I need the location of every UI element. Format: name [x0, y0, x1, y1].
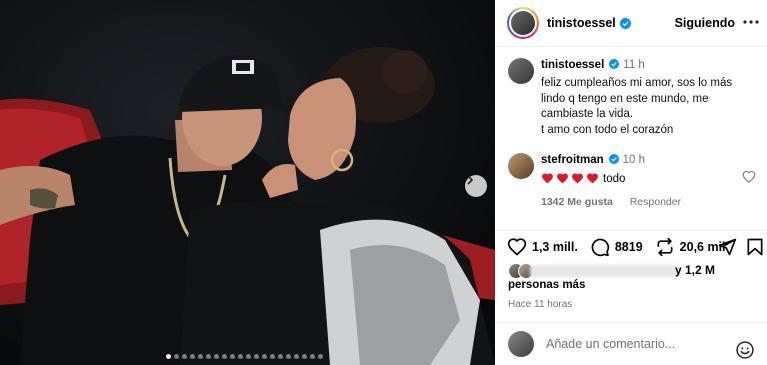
carousel-dot[interactable] [222, 354, 227, 359]
verified-badge-icon [609, 59, 620, 69]
red-heart-emoji-icon [572, 173, 583, 184]
carousel-dot[interactable] [294, 354, 299, 359]
carousel-dot[interactable] [182, 354, 187, 359]
comments-section: tinistoessel 11 h feliz cumpleaños mi am… [495, 47, 767, 230]
carousel-dot[interactable] [190, 354, 195, 359]
more-options-button[interactable] [741, 14, 761, 30]
like-button[interactable]: 1,3 mill. [507, 237, 578, 257]
add-comment-bar [495, 322, 767, 365]
carousel-dot[interactable] [310, 354, 315, 359]
heart-outline-icon[interactable] [742, 170, 756, 184]
likes-count[interactable]: 1,3 mill. [532, 240, 578, 254]
post-header: tinistoessel Siguiendo [495, 0, 767, 47]
carousel-indicator [166, 354, 323, 359]
carousel-dot[interactable] [318, 354, 323, 359]
comment-meta: 1342 Me gusta Responder [541, 195, 760, 210]
caption-line: cambiaste la vida. [541, 108, 634, 120]
comments-count[interactable]: 8819 [615, 240, 643, 254]
instagram-post: tinistoessel Siguiendo tinistoessel 11 h… [0, 0, 767, 365]
comment-time[interactable]: 10 h [623, 154, 645, 166]
carousel-dot[interactable] [262, 354, 267, 359]
carousel-dot[interactable] [198, 354, 203, 359]
caption-line: lindo q tengo en este mundo, me [541, 92, 709, 105]
post-side-panel: tinistoessel Siguiendo tinistoessel 11 h… [495, 0, 767, 365]
add-comment-input[interactable] [546, 337, 736, 351]
carousel-next-button[interactable] [465, 175, 487, 197]
comment-likes[interactable]: 1342 Me gusta [541, 196, 613, 208]
header-username[interactable]: tinistoessel [547, 16, 616, 30]
photo-illustration [0, 0, 495, 365]
post-date[interactable]: Hace 11 horas [508, 299, 572, 310]
carousel-dot[interactable] [246, 354, 251, 359]
story-ring[interactable] [507, 7, 539, 39]
following-button[interactable]: Siguiendo [675, 16, 735, 30]
caption-avatar[interactable] [508, 58, 534, 84]
caption-time[interactable]: 11 h [623, 59, 645, 71]
comment-hearts [541, 172, 599, 184]
carousel-dot[interactable] [286, 354, 291, 359]
caption-text: feliz cumpleaños mi amor, sos lo más lin… [541, 76, 758, 138]
caption-line: feliz cumpleaños mi amor, sos lo más [541, 77, 733, 89]
carousel-dot[interactable] [230, 354, 235, 359]
caption-username[interactable]: tinistoessel [541, 59, 604, 71]
more-horizontal-icon [743, 20, 759, 24]
caption-line: t amo con todo el corazón [541, 123, 674, 136]
post-photo[interactable] [0, 0, 495, 365]
repost-button[interactable]: 20,6 mil [655, 237, 726, 257]
liked-by: y 1,2 M personas más [508, 263, 758, 297]
verified-badge-icon [619, 17, 631, 29]
carousel-dot[interactable] [278, 354, 283, 359]
comment: stefroitman 10 h todo 1342 Me gusta Resp… [508, 153, 760, 210]
repost-icon [657, 237, 673, 256]
carousel-dot[interactable] [238, 354, 243, 359]
red-heart-emoji-icon [557, 173, 568, 184]
reply-button[interactable]: Responder [630, 196, 681, 208]
action-bar: 1,3 mill. 8819 20,6 mil [495, 230, 767, 262]
liked-by-names-blurred [530, 265, 680, 277]
bookmark-icon[interactable] [745, 237, 765, 257]
carousel-dot[interactable] [270, 354, 275, 359]
heart-icon [507, 237, 527, 256]
header-user: tinistoessel [547, 16, 631, 30]
comment-avatar[interactable] [508, 153, 534, 179]
carousel-dot[interactable] [254, 354, 259, 359]
carousel-dot[interactable] [302, 354, 307, 359]
liked-by-count[interactable]: y 1,2 M [675, 263, 715, 277]
current-user-avatar [508, 331, 534, 357]
red-heart-emoji-icon [542, 173, 553, 184]
carousel-dot[interactable] [214, 354, 219, 359]
share-icon[interactable] [717, 237, 737, 257]
comment-username[interactable]: stefroitman [541, 154, 604, 166]
caption: tinistoessel 11 h feliz cumpleaños mi am… [508, 58, 758, 138]
carousel-dot[interactable] [166, 354, 171, 359]
comment-text: todo [603, 173, 626, 185]
verified-badge-icon [608, 154, 619, 164]
avatar[interactable] [509, 9, 537, 37]
carousel-dot[interactable] [174, 354, 179, 359]
chevron-right-icon [467, 175, 474, 185]
emoji-icon[interactable] [735, 340, 755, 360]
carousel-dot[interactable] [206, 354, 211, 359]
red-heart-emoji-icon [587, 173, 598, 184]
liked-by-more[interactable]: personas más [508, 279, 585, 291]
comment-bubble-icon [591, 238, 609, 256]
comment-button[interactable]: 8819 [590, 237, 643, 257]
